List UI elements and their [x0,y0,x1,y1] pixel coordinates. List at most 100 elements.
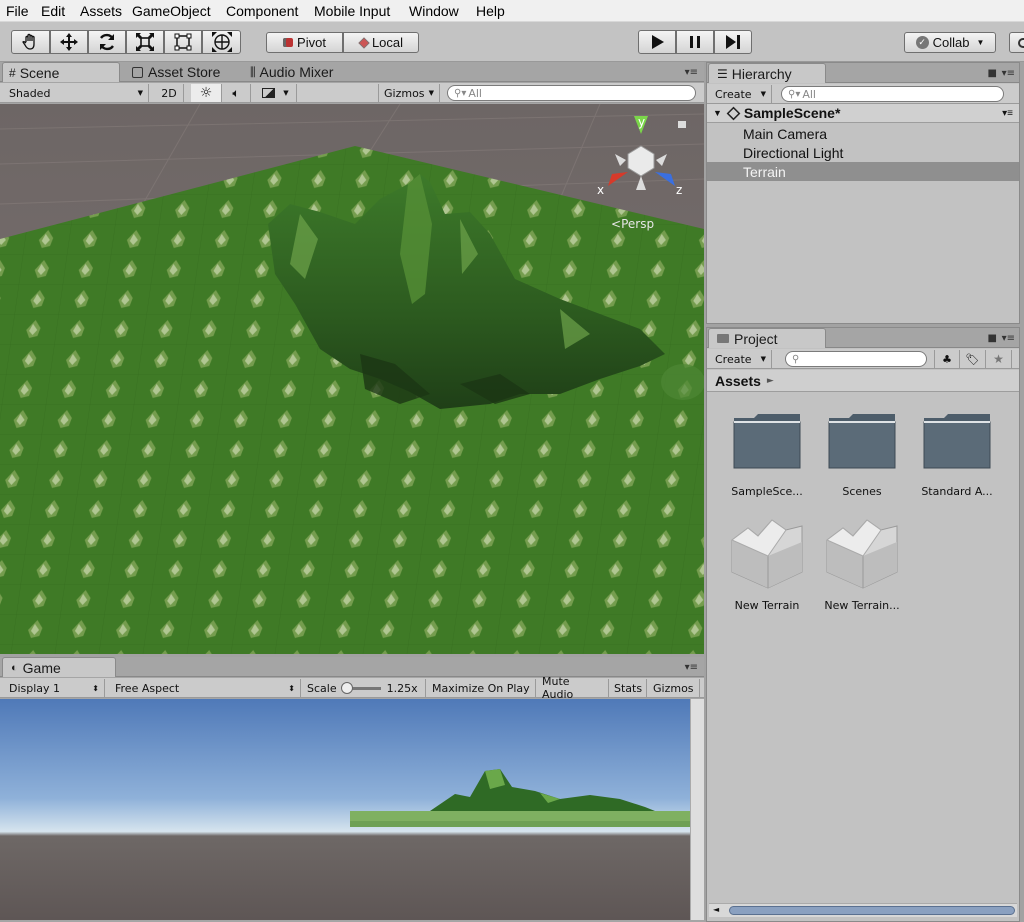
gizmos-dropdown[interactable]: Gizmos ▼ [378,84,440,102]
tab-scene-label: Scene [19,64,60,81]
chevron-down-icon: ▼ [760,90,766,98]
scale-label: Scale [307,681,337,695]
stats-toggle[interactable]: Stats [609,679,647,697]
menu-edit[interactable]: Edit [41,3,65,19]
local-label: Local [371,35,404,50]
panel-menu-icon[interactable]: ▾≡ [1002,68,1015,79]
maximize-on-play-toggle[interactable]: Maximize On Play [427,679,536,697]
game-gizmos-toggle[interactable]: Gizmos [648,679,700,697]
asset-folder-scenes[interactable]: Scenes [817,412,907,498]
hierarchy-create-dropdown[interactable]: Create ▼ [710,85,772,103]
panel-menu-icon[interactable]: ▾≡ [685,67,698,78]
game-panel: ◐ Game ▾≡ Display 1 ⬍ Free Aspect ⬍ Scal… [0,657,704,922]
scroll-left-icon[interactable]: ◄ [713,905,719,914]
game-viewport[interactable] [0,699,690,920]
pivot-toggle-button[interactable]: Pivot [266,32,343,53]
project-horizontal-scrollbar[interactable]: ◄ [709,903,1017,917]
chevron-down-icon: ▼ [976,38,985,47]
scene-root-row[interactable]: ▼ SampleScene* ▾≡ [707,104,1019,123]
menu-mobile-input[interactable]: Mobile Input [314,3,390,19]
2d-toggle-button[interactable]: 2D [155,84,184,102]
scene-viewport[interactable]: y x z <Persp [0,104,704,654]
game-tab-row: ◐ Game ▾≡ [0,657,704,677]
menu-file[interactable]: File [6,3,29,19]
menu-window[interactable]: Window [409,3,459,19]
tab-audio-mixer[interactable]: ⫼ Audio Mixer [248,62,358,82]
lighting-toggle-button[interactable]: ☼ [191,84,222,102]
tab-hierarchy[interactable]: ☰ Hierarchy [708,63,826,83]
pause-button[interactable] [676,30,714,54]
move-tool-icon[interactable] [50,30,88,54]
scrollbar-thumb[interactable] [729,906,1015,915]
hierarchy-item-main-camera[interactable]: Main Camera [707,124,1019,143]
rect-tool-icon[interactable] [164,30,202,54]
lock-icon[interactable]: ■ [988,333,997,344]
hierarchy-item-terrain[interactable]: Terrain [707,162,1019,181]
slider-track[interactable] [340,681,381,694]
tab-scene[interactable]: # Scene [2,62,120,82]
menu-bar: File Edit Assets GameObject Component Mo… [0,0,1024,22]
panel-menu-icon[interactable]: ▾≡ [685,662,698,673]
aspect-dropdown[interactable]: Free Aspect ⬍ [110,679,301,697]
sun-icon: ☼ [199,85,213,101]
asset-folder-samplescene[interactable]: SampleSce... [722,412,812,498]
cloud-button[interactable] [1009,32,1024,53]
project-control-strip: Create ▼ ⚲ ♣ 🏷︎ ★ [707,349,1019,369]
menu-assets[interactable]: Assets [80,3,122,19]
tab-game[interactable]: ◐ Game [2,657,116,677]
play-button[interactable] [638,30,676,54]
project-create-dropdown[interactable]: Create ▼ [710,350,772,368]
asset-terrain-1[interactable]: New Terrain [722,516,812,612]
lock-icon[interactable]: ■ [988,68,997,79]
terrain-asset-icon [826,519,898,589]
menu-gameobject[interactable]: GameObject [132,3,211,19]
shading-mode-dropdown[interactable]: Shaded ▼ [4,84,149,102]
transform-tool-icon[interactable] [202,30,241,54]
collab-button[interactable]: ✓ Collab ▼ [904,32,996,53]
game-vertical-scrollbar[interactable] [690,699,704,920]
tab-project[interactable]: Project [708,328,826,348]
local-toggle-button[interactable]: Local [343,32,419,53]
rotate-tool-icon[interactable] [88,30,126,54]
stats-label: Stats [614,681,643,695]
step-button[interactable] [714,30,752,54]
hierarchy-item-label: Terrain [743,163,786,180]
tab-asset-store[interactable]: Asset Store [128,62,238,82]
game-control-strip: Display 1 ⬍ Free Aspect ⬍ Scale 1.25x Ma… [0,675,704,701]
scale-tool-icon[interactable] [126,30,164,54]
filter-by-type-button[interactable]: ♣ [934,350,960,368]
panel-menu-icon[interactable]: ▾≡ [1002,333,1015,344]
breadcrumb-assets[interactable]: Assets [715,373,761,389]
speaker-icon: 🔈︎ [232,85,240,100]
favorites-button[interactable]: ★ [986,350,1012,368]
menu-component[interactable]: Component [226,3,298,19]
hierarchy-search-input[interactable]: ⚲▾ All [781,86,1004,102]
chevron-down-icon: ▼ [428,89,434,97]
hierarchy-create-label: Create [715,87,752,101]
hand-tool-icon[interactable] [11,30,50,54]
expand-arrow-icon[interactable]: ▼ [713,108,722,118]
scale-slider[interactable]: Scale 1.25x [302,679,426,697]
project-search-input[interactable]: ⚲ [785,351,927,367]
collab-label: Collab [932,35,970,50]
perspective-label[interactable]: <Persp [611,217,654,231]
effects-dropdown[interactable]: ▼ [255,84,297,102]
lock-icon[interactable] [678,121,686,128]
scene-search-input[interactable]: ⚲▾ All [447,85,696,101]
row-menu-icon[interactable]: ▾≡ [1002,108,1013,119]
shading-mode-label: Shaded [9,86,51,100]
local-cube-icon [358,36,370,49]
mute-audio-toggle[interactable]: Mute Audio [537,675,609,701]
star-icon: ★ [993,352,1004,366]
display-dropdown[interactable]: Display 1 ⬍ [4,679,105,697]
asset-terrain-2[interactable]: New Terrain... [817,516,907,612]
asset-folder-standard-assets[interactable]: Standard A... [912,412,1002,498]
slider-thumb[interactable] [340,681,353,694]
filter-by-label-button[interactable]: 🏷︎ [960,350,986,368]
scale-value: 1.25x [386,681,418,695]
display-label: Display 1 [9,681,61,695]
menu-help[interactable]: Help [476,3,505,19]
hierarchy-item-directional-light[interactable]: Directional Light [707,143,1019,162]
2d-label: 2D [161,86,177,100]
audio-toggle-button[interactable]: 🔈︎ [222,84,251,102]
